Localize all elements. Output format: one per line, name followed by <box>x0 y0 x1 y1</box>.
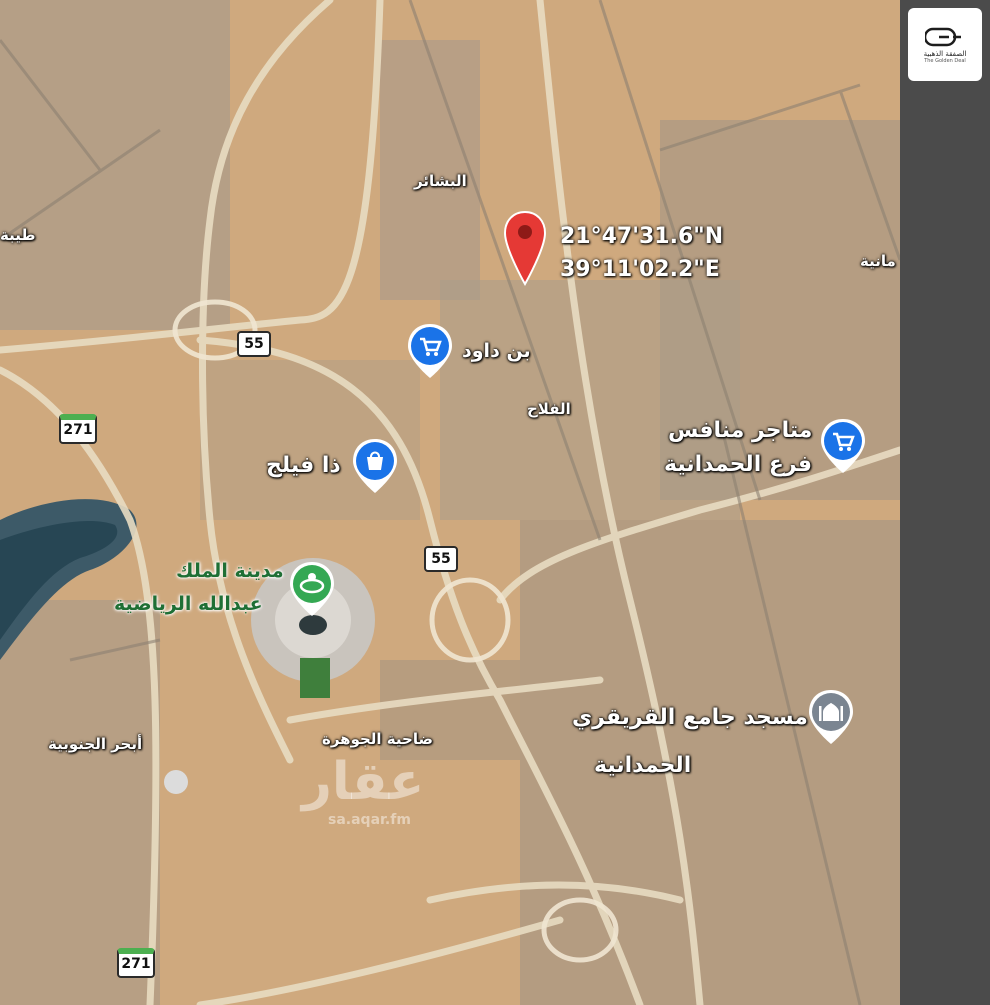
road-shield-55: 55 <box>237 331 271 357</box>
golden-deal-logo[interactable]: الصفقة الذهبية The Golden Deal <box>908 8 982 81</box>
watermark-url: sa.aqar.fm <box>328 812 411 828</box>
label-sports-city-line1: مدينة الملك <box>176 560 284 582</box>
label-falah: الفلاح <box>527 400 571 418</box>
longitude-label: 39°11'02.2"E <box>560 257 720 282</box>
road-shield-271: 271 <box>59 414 97 444</box>
road-shield-55: 55 <box>424 546 458 572</box>
logo-english-text: The Golden Deal <box>924 57 966 64</box>
side-panel: الصفقة الذهبية The Golden Deal <box>900 0 990 1005</box>
watermark-arabic: عقار <box>302 752 425 812</box>
coordinates-readout: 21°47'31.6"N 39°11'02.2"E <box>560 220 723 286</box>
shopping-cart-icon[interactable] <box>406 322 454 380</box>
label-mosque-line1: مسجد جامع القريقري <box>572 705 808 730</box>
shopping-cart-icon[interactable] <box>819 417 867 475</box>
label-jawhara: ضاحية الجوهرة <box>322 730 433 748</box>
label-bashair: البشائر <box>414 172 467 190</box>
label-tha-fileej: ذا فيلج <box>266 453 341 478</box>
road-shield-271: 271 <box>117 948 155 978</box>
label-bin-dawood: بن داود <box>462 340 531 362</box>
map-terrain <box>0 0 900 1005</box>
label-sports-city-line2: عبدالله الرياضية <box>114 593 263 615</box>
golden-deal-logo-icon <box>925 27 961 46</box>
stadium-icon[interactable] <box>288 560 336 618</box>
label-abhur: أبحر الجنوبية <box>48 735 143 753</box>
mosque-icon[interactable] <box>807 688 855 746</box>
label-munafes-line1: متاجر منافس <box>668 418 813 443</box>
latitude-label: 21°47'31.6"N <box>560 224 724 249</box>
satellite-map[interactable]: 21°47'31.6"N 39°11'02.2"E البشائر بن داو… <box>0 0 900 1005</box>
label-taiba: طيبة <box>0 226 36 244</box>
shopping-bag-icon[interactable] <box>351 437 399 495</box>
logo-arabic-text: الصفقة الذهبية <box>923 49 967 58</box>
label-mosque-line2: الحمدانية <box>594 753 692 778</box>
label-munafes-line2: فرع الحمدانية <box>664 452 813 477</box>
location-pin-icon[interactable] <box>503 210 547 286</box>
label-hamdania-edge: مانية <box>860 252 896 270</box>
